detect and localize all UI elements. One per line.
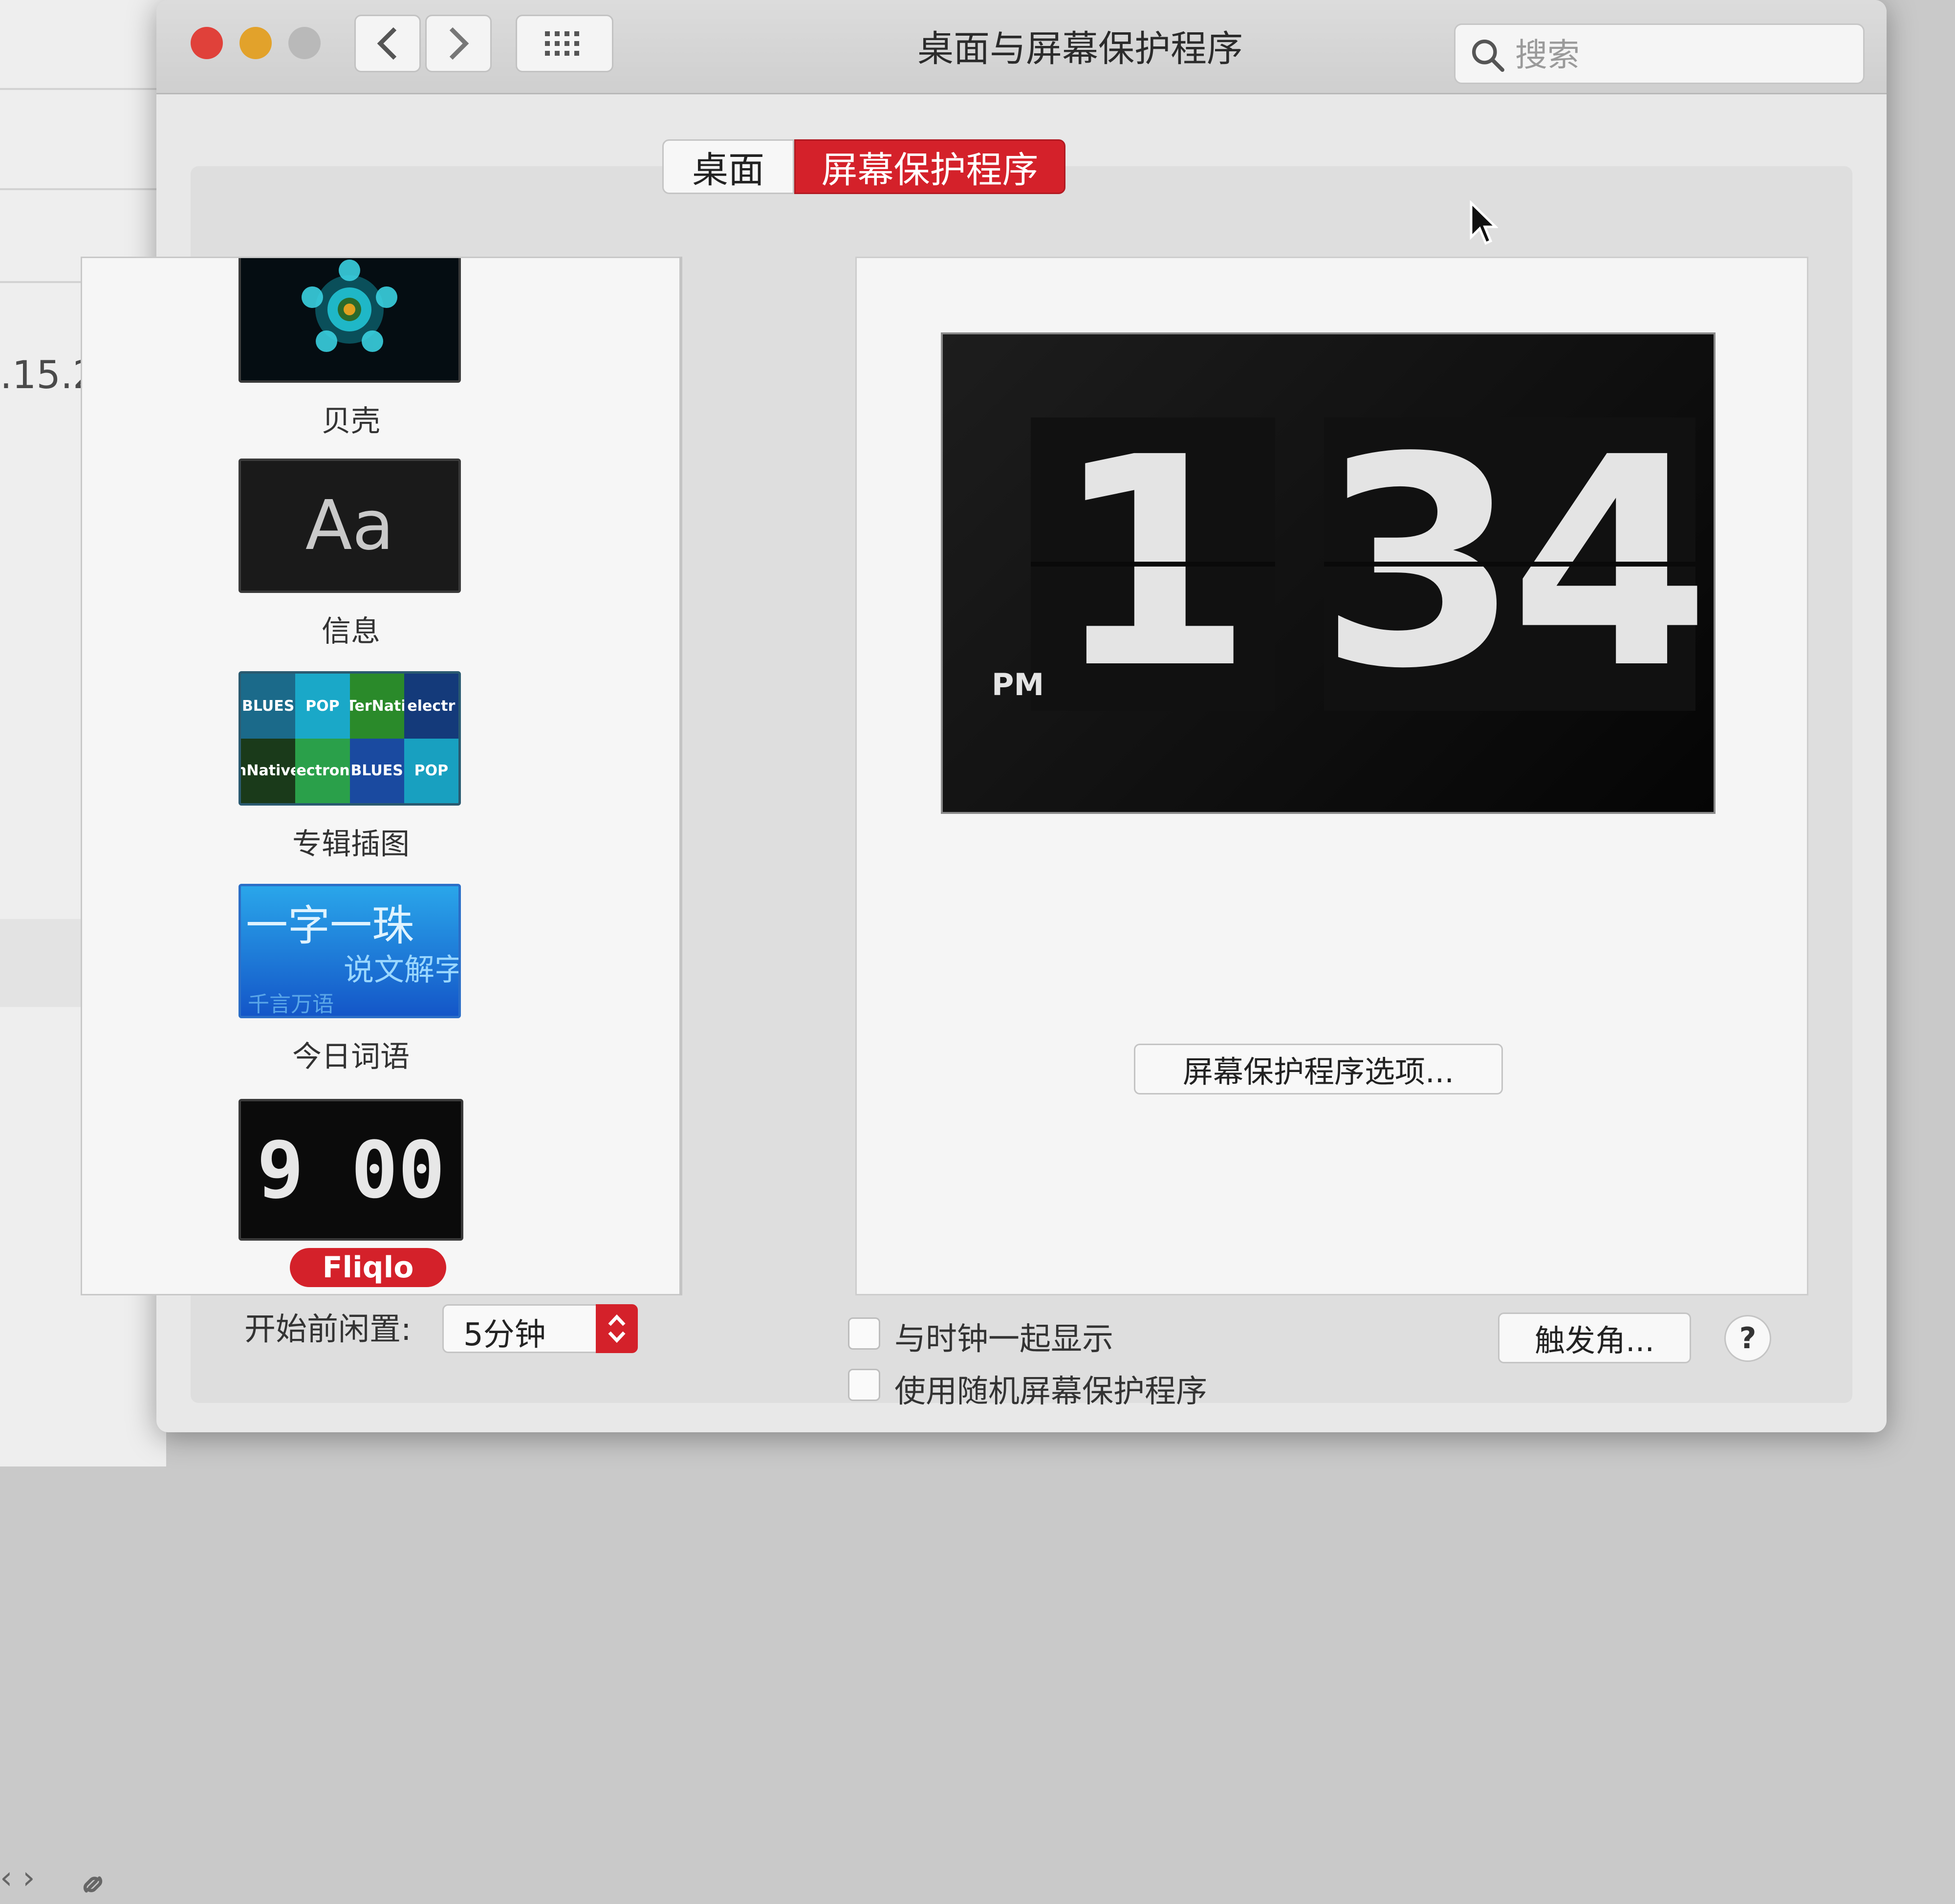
show-with-clock-checkbox[interactable] <box>848 1317 880 1350</box>
saver-label: 今日词语 <box>292 1040 410 1074</box>
random-screen-saver-checkbox[interactable] <box>848 1369 880 1401</box>
idle-time-value: 5分钟 <box>463 1317 546 1353</box>
message-thumbnail: Aa <box>239 459 461 593</box>
tab-desktop[interactable]: 桌面 <box>662 139 794 194</box>
code-icon[interactable]: ‹ › <box>0 1860 35 1896</box>
album-tile: nNative <box>241 738 296 803</box>
list-item-message[interactable]: Aa 信息 <box>82 459 669 664</box>
chevron-right-icon <box>449 27 469 60</box>
search-box[interactable] <box>1454 23 1865 84</box>
hot-corners-button[interactable]: 触发角... <box>1498 1313 1691 1363</box>
back-button[interactable] <box>354 15 421 72</box>
show-all-button[interactable] <box>516 15 613 72</box>
album-artwork-thumbnail: BLUES POP ALTerNative electr nNative ele… <box>239 671 461 806</box>
random-screen-saver-label: 使用随机屏幕保护程序 <box>894 1374 1207 1410</box>
screen-saver-preview: 1 34 PM <box>941 332 1716 814</box>
saver-label: 信息 <box>322 614 380 649</box>
show-with-clock-label: 与时钟一起显示 <box>894 1321 1113 1357</box>
album-tile: POP <box>404 738 458 803</box>
list-item-fliqlo[interactable]: 9 00 Fliqlo <box>82 1084 669 1290</box>
search-input[interactable] <box>1514 35 1853 75</box>
link-icon[interactable] <box>73 1865 112 1904</box>
word-of-the-day-thumbnail: 一字一珠 说文解字 千言万语 <box>239 884 461 1018</box>
thumbnail-text: 说文解字 <box>344 952 461 987</box>
divider <box>1324 562 1695 567</box>
list-item-album-artwork[interactable]: BLUES POP ALTerNative electr nNative ele… <box>82 671 669 876</box>
grid-icon <box>545 31 579 56</box>
search-icon <box>1472 40 1504 72</box>
thumbnail-text: 一字一珠 <box>246 901 414 950</box>
clock-hour-card: 1 <box>1031 417 1275 711</box>
fliqlo-thumbnail: 9 00 <box>239 1099 463 1241</box>
clock-minute-card: 34 <box>1319 417 1711 711</box>
album-tile: BLUES <box>349 738 404 803</box>
album-tile: BLUES <box>241 674 296 739</box>
idle-time-select[interactable]: 5分钟 <box>442 1304 638 1353</box>
tab-screen-saver[interactable]: 屏幕保护程序 <box>794 139 1065 194</box>
forward-button[interactable] <box>425 15 492 72</box>
divider <box>1031 562 1275 567</box>
help-button[interactable]: ? <box>1724 1315 1771 1362</box>
chevron-left-icon <box>377 27 397 60</box>
select-stepper[interactable] <box>596 1304 638 1353</box>
thumbnail-text: 千言万语 <box>248 992 334 1017</box>
divider <box>0 88 166 90</box>
saver-label-selected: Fliqlo <box>290 1248 446 1287</box>
album-tile: electr <box>404 674 458 739</box>
updown-chevron-icon <box>608 1314 626 1343</box>
thumbnail-time: 9 00 <box>257 1124 445 1216</box>
list-item-shell[interactable]: 贝壳 <box>82 258 669 454</box>
zoom-button[interactable] <box>288 27 321 59</box>
list-item-word-of-the-day[interactable]: 一字一珠 说文解字 千言万语 今日词语 <box>82 884 669 1089</box>
screen-saver-options-button[interactable]: 屏幕保护程序选项... <box>1134 1044 1503 1094</box>
tab-bar: 桌面 屏幕保护程序 <box>662 139 1065 194</box>
minimize-button[interactable] <box>239 27 272 59</box>
shell-thumbnail <box>239 258 461 383</box>
album-tile: POP <box>295 674 350 739</box>
divider <box>0 188 166 190</box>
saver-label: 专辑插图 <box>292 827 410 861</box>
album-tile: ALTerNative <box>349 674 404 739</box>
shell-pattern-icon <box>302 260 397 352</box>
close-button[interactable] <box>191 27 223 59</box>
saver-label: 贝壳 <box>322 404 380 438</box>
idle-label: 开始前闲置: <box>244 1312 412 1348</box>
title-bar: 桌面与屏幕保护程序 <box>156 0 1887 94</box>
mouse-cursor-icon <box>1470 200 1498 245</box>
clock-ampm: PM <box>992 667 1044 702</box>
divider <box>679 257 682 1295</box>
window-title: 桌面与屏幕保护程序 <box>917 28 1243 70</box>
album-tile: electronic <box>295 738 350 803</box>
thumbnail-text: Aa <box>305 486 394 566</box>
screen-saver-list[interactable]: 贝壳 Aa 信息 BLUES POP ALTerNative electr nN… <box>81 257 682 1295</box>
